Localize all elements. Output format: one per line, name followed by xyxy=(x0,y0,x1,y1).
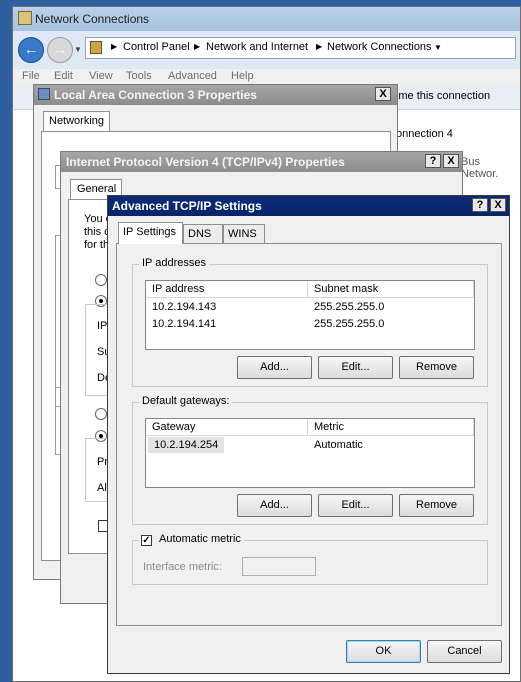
ipv4-tab-general-label: General xyxy=(77,183,117,195)
automatic-metric-checkbox[interactable]: ✓ xyxy=(141,535,152,546)
ip-addresses-group: IP addresses IP address Subnet mask 10.2… xyxy=(132,257,488,387)
default-gateways-group: Default gateways: Gateway Metric 10.2.19… xyxy=(132,395,488,525)
gw-add-button[interactable]: Add... xyxy=(237,494,312,517)
menu-help[interactable]: Help xyxy=(231,70,254,82)
ip-row-1-ip[interactable]: 10.2.194.143 xyxy=(146,299,216,315)
lac-titlebar[interactable]: Local Area Connection 3 Properties xyxy=(34,85,397,105)
adv-close-button[interactable]: X xyxy=(490,198,506,212)
ip-row-2-ip[interactable]: 10.2.194.141 xyxy=(146,316,216,332)
default-gateways-group-label: Default gateways: xyxy=(139,395,233,407)
menu-view[interactable]: View xyxy=(89,70,113,82)
automatic-metric-header: ✓ Automatic metric xyxy=(139,533,244,546)
forward-button[interactable]: → xyxy=(47,37,73,63)
adv-tab-panel: IP addresses IP address Subnet mask 10.2… xyxy=(116,243,502,626)
lac-close-button[interactable]: X xyxy=(375,87,391,101)
gw-remove-button[interactable]: Remove xyxy=(399,494,474,517)
ip-address-label: IP xyxy=(97,320,108,332)
breadcrumb-sep-icon[interactable]: ▶ xyxy=(194,42,200,51)
address-bar[interactable]: ▶ Control Panel ▶ Network and Internet ▶… xyxy=(85,37,516,59)
ipv4-titlebar[interactable]: Internet Protocol Version 4 (TCP/IPv4) P… xyxy=(61,152,462,172)
automatic-metric-label[interactable]: Automatic metric xyxy=(159,533,241,545)
lac-tab-networking-label: Networking xyxy=(49,115,105,127)
ipv4-title: Internet Protocol Version 4 (TCP/IPv4) P… xyxy=(66,155,345,169)
network-folder-icon xyxy=(18,11,32,25)
control-panel-icon xyxy=(90,41,102,54)
ipv4-help-button[interactable]: ? xyxy=(425,154,441,168)
tab-ip-settings[interactable]: IP Settings xyxy=(118,222,183,244)
col-ip-address-header[interactable]: IP address xyxy=(146,281,308,298)
ipv4-desc-line2: this c xyxy=(84,226,110,238)
advanced-tcpip-window: Advanced TCP/IP Settings ? X IP Settings… xyxy=(107,195,510,674)
ip-row-1-mask[interactable]: 255.255.255.0 xyxy=(308,299,384,315)
tab-dns-label: DNS xyxy=(188,228,212,240)
ok-button[interactable]: OK xyxy=(346,640,421,663)
gateways-listview[interactable]: Gateway Metric 10.2.194.254 Automatic xyxy=(145,418,475,488)
tab-wins-label: WINS xyxy=(228,228,257,240)
ip-edit-button[interactable]: Edit... xyxy=(318,356,393,379)
breadcrumb-sep-icon[interactable]: ▶ xyxy=(316,42,322,51)
adv-help-button[interactable]: ? xyxy=(472,198,488,212)
bus-network-label: Bus Networ. xyxy=(461,156,499,180)
ip-row-2-mask[interactable]: 255.255.255.0 xyxy=(308,316,384,332)
obtain-ip-radio[interactable] xyxy=(95,274,107,286)
interface-metric-input[interactable] xyxy=(242,557,316,576)
menu-advanced[interactable]: Advanced xyxy=(168,70,217,82)
obtain-dns-radio[interactable] xyxy=(95,408,107,420)
col-subnet-mask-header[interactable]: Subnet mask xyxy=(308,281,474,298)
recent-pages-chevron-icon[interactable]: ▼ xyxy=(74,45,82,54)
explorer-title: Network Connections xyxy=(35,12,150,26)
lac-network-icon xyxy=(38,88,50,100)
breadcrumb-control-panel[interactable]: Control Panel xyxy=(123,41,190,53)
explorer-titlebar[interactable]: Network Connections xyxy=(13,7,520,31)
breadcrumb-sep-icon[interactable]: ▶ xyxy=(111,42,117,51)
menu-edit[interactable]: Edit xyxy=(54,70,73,82)
ip-add-button[interactable]: Add... xyxy=(237,356,312,379)
connection-4-label[interactable]: onnection 4 xyxy=(396,128,453,140)
adv-titlebar[interactable]: Advanced TCP/IP Settings xyxy=(108,196,509,216)
adv-title: Advanced TCP/IP Settings xyxy=(112,199,262,213)
automatic-metric-group: ✓ Automatic metric Interface metric: xyxy=(132,533,488,585)
gw-row-1-gateway[interactable]: 10.2.194.254 xyxy=(148,437,225,453)
ip-remove-button[interactable]: Remove xyxy=(399,356,474,379)
explorer-addressbar-area: ← → ▼ ▶ Control Panel ▶ Network and Inte… xyxy=(13,31,520,69)
tab-dns[interactable]: DNS xyxy=(183,224,223,244)
breadcrumb-network-connections[interactable]: Network Connections xyxy=(327,41,432,53)
gw-row-1-metric[interactable]: Automatic xyxy=(308,437,363,453)
tab-ip-settings-label: IP Settings xyxy=(123,226,176,238)
cancel-button[interactable]: Cancel xyxy=(427,640,502,663)
lac-tab-networking[interactable]: Networking xyxy=(43,111,110,131)
ipv4-desc-line3: for th xyxy=(84,239,110,251)
radio-dot xyxy=(99,299,103,303)
back-button[interactable]: ← xyxy=(18,37,44,63)
menu-tools[interactable]: Tools xyxy=(126,70,152,82)
breadcrumb-network-internet[interactable]: Network and Internet xyxy=(206,41,308,53)
interface-metric-label: Interface metric: xyxy=(143,561,222,573)
breadcrumb-dropdown-icon[interactable]: ▼ xyxy=(434,43,442,52)
explorer-menubar: File Edit View Tools Advanced Help xyxy=(13,69,520,85)
tab-wins[interactable]: WINS xyxy=(223,224,265,244)
col-gateway-header[interactable]: Gateway xyxy=(146,419,308,436)
menu-file[interactable]: File xyxy=(22,70,40,82)
ipv4-close-button[interactable]: X xyxy=(443,154,459,168)
ip-addresses-group-label: IP addresses xyxy=(139,257,210,269)
gw-edit-button[interactable]: Edit... xyxy=(318,494,393,517)
lac-title: Local Area Connection 3 Properties xyxy=(54,88,257,102)
ip-addresses-listview[interactable]: IP address Subnet mask 10.2.194.143 255.… xyxy=(145,280,475,350)
col-metric-header[interactable]: Metric xyxy=(308,419,474,436)
